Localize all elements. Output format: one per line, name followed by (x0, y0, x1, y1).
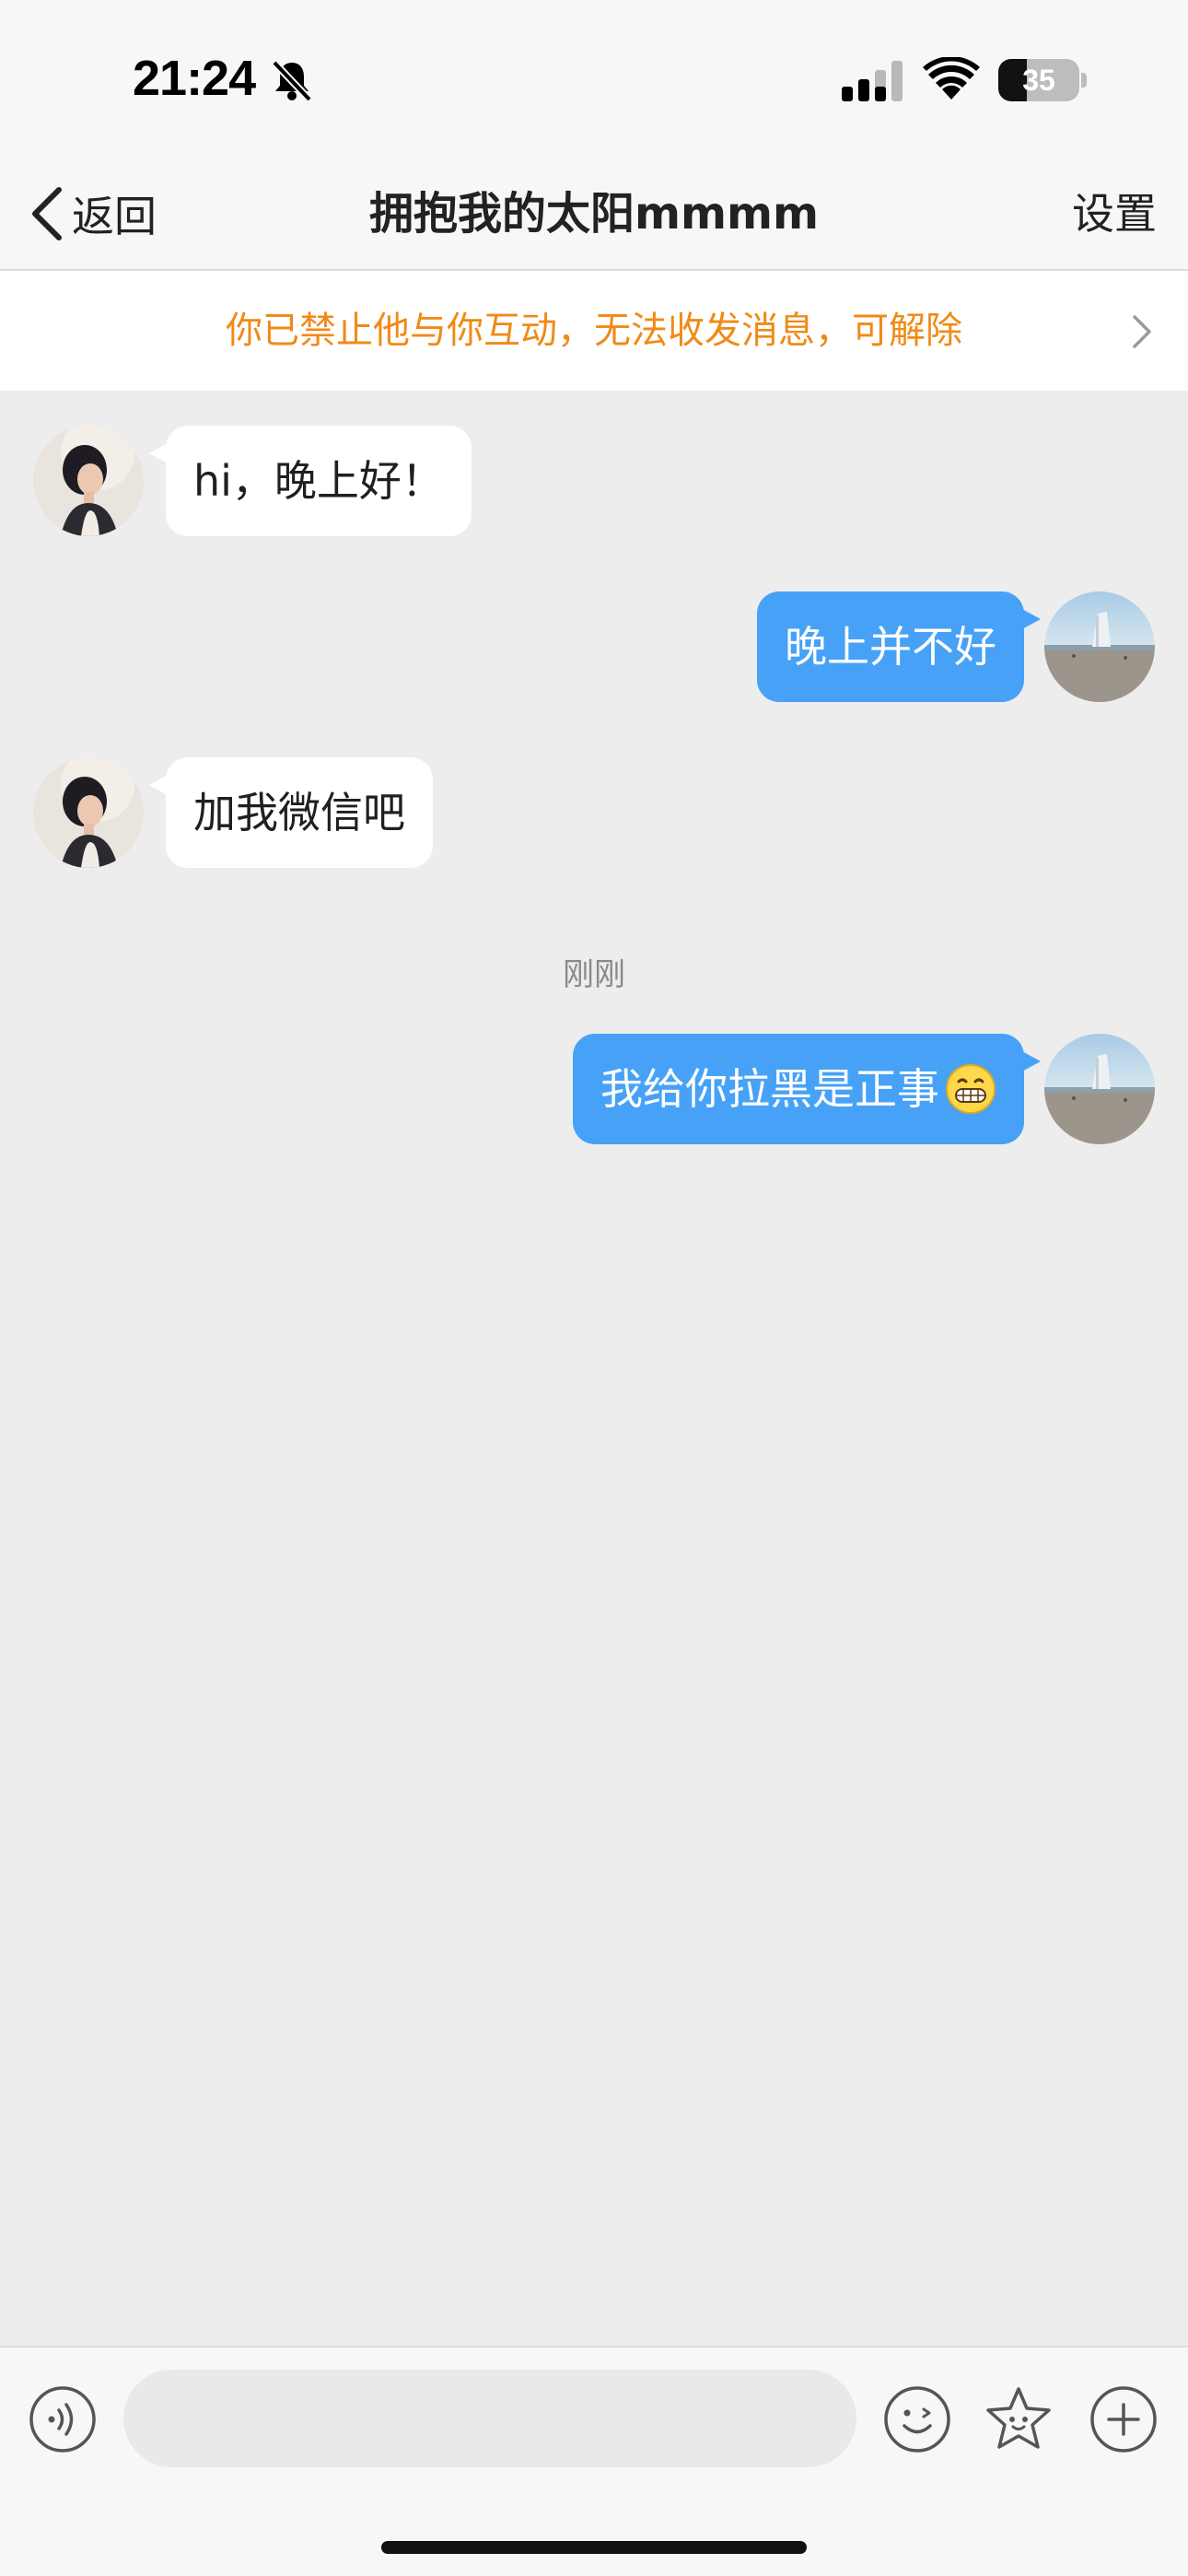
back-label: 返回 (72, 192, 157, 241)
my-avatar[interactable] (1044, 1034, 1155, 1144)
bubble-tail (149, 442, 169, 464)
home-indicator[interactable] (381, 2541, 807, 2554)
message-bubble-outgoing[interactable]: 我给你拉黑是正事 (573, 1034, 1041, 1144)
voice-wave-icon[interactable] (28, 2384, 98, 2454)
my-avatar[interactable] (1044, 591, 1155, 702)
bell-muted-icon (269, 57, 315, 103)
plus-circle-icon[interactable] (1089, 2384, 1159, 2454)
back-button[interactable]: 返回 (28, 179, 157, 249)
grinning-face-emoji-icon (946, 1063, 996, 1114)
message-text: hi，晚上好！ (193, 456, 444, 506)
message-bubble-incoming[interactable]: hi，晚上好！ (149, 426, 472, 536)
bubble-tail (1020, 1050, 1041, 1072)
message-text: 晚上并不好 (785, 622, 996, 672)
contact-avatar[interactable] (33, 757, 144, 868)
message-text: 我给你拉黑是正事 (600, 1064, 939, 1114)
battery-icon: 35 (998, 59, 1087, 101)
page-title: 拥抱我的太阳mmmm (368, 188, 820, 240)
bubble-tail (149, 774, 169, 796)
message-bubble-outgoing[interactable]: 晚上并不好 (757, 591, 1041, 702)
message-text: 加我微信吧 (193, 788, 405, 837)
status-bar: 21:24 35 (0, 0, 1188, 157)
battery-cap (1081, 73, 1087, 88)
blocked-banner[interactable]: 你已禁止他与你互动，无法收发消息，可解除 (0, 271, 1188, 391)
nav-bar: 返回 拥抱我的太阳mmmm 设置 (0, 157, 1188, 271)
message-input[interactable] (123, 2370, 856, 2467)
wifi-icon (923, 55, 980, 100)
smiley-icon[interactable] (882, 2384, 952, 2454)
battery-shell: 35 (998, 59, 1079, 101)
status-time: 21:24 (133, 51, 256, 106)
message-bubble-incoming[interactable]: 加我微信吧 (149, 757, 433, 868)
message-timestamp: 刚刚 (563, 956, 625, 993)
settings-button[interactable]: 设置 (1072, 179, 1157, 249)
cellular-signal-icon (842, 61, 906, 101)
bubble-tail (1020, 608, 1041, 630)
chat-screen: 21:24 35 返回 拥抱我的太阳mmmm 设置 你已禁止他与你互动，无法收发… (0, 0, 1188, 2576)
contact-avatar[interactable] (33, 426, 144, 536)
blocked-banner-text: 你已禁止他与你互动，无法收发消息，可解除 (226, 310, 962, 352)
chevron-left-icon (32, 187, 62, 240)
star-face-icon[interactable] (984, 2384, 1054, 2454)
chevron-right-icon (1133, 315, 1151, 348)
battery-level: 35 (1022, 64, 1055, 97)
